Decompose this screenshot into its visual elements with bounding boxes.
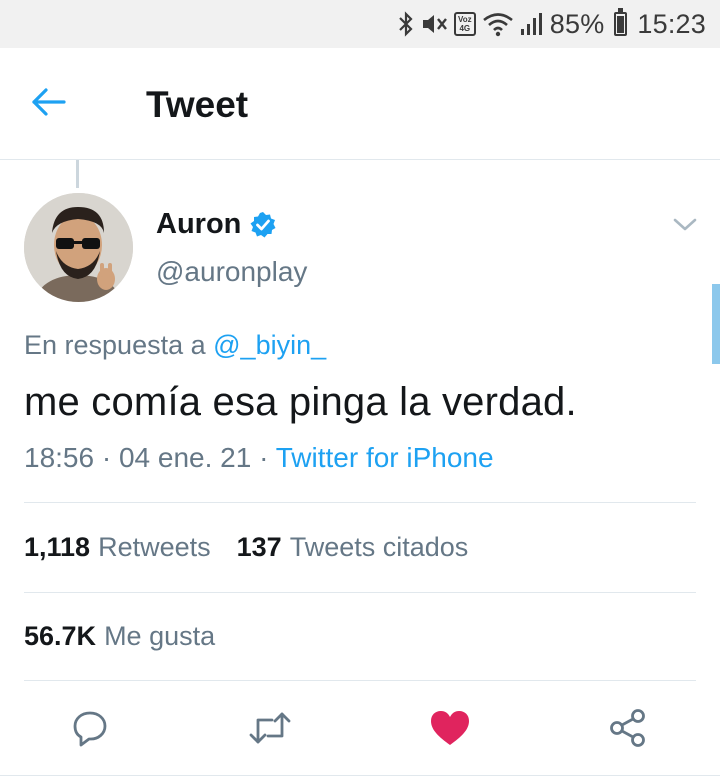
tweet-date: 04 ene. 21: [118, 442, 252, 473]
avatar[interactable]: [24, 193, 133, 302]
like-button[interactable]: [428, 708, 472, 752]
share-button[interactable]: [606, 708, 650, 752]
retweets-stat[interactable]: 1,118 Retweets: [24, 532, 211, 563]
more-options-button[interactable]: [670, 212, 700, 236]
thread-connector-line: [76, 160, 79, 188]
like-heart-icon: [429, 708, 471, 753]
retweet-button[interactable]: [248, 708, 292, 752]
mute-vibrate-icon: [420, 11, 448, 37]
tweet-time: 18:56: [24, 442, 95, 473]
reply-mention-link[interactable]: @_biyin_: [213, 330, 326, 360]
author-name-row[interactable]: Auron: [156, 208, 277, 241]
share-icon: [607, 707, 649, 754]
quotes-label: Tweets citados: [289, 532, 469, 562]
likes-count: 56.7K: [24, 621, 97, 651]
chevron-down-icon: [670, 218, 700, 240]
wifi-icon: [482, 11, 514, 37]
retweet-icon: [248, 708, 292, 753]
reply-icon: [70, 708, 110, 753]
network-type-label: 4G: [459, 24, 471, 33]
divider: [24, 680, 696, 681]
app-header: Tweet: [0, 48, 720, 160]
status-bar: Voz 4G 85% 15:23: [0, 0, 720, 48]
back-button[interactable]: [30, 84, 82, 124]
avatar-illustration: [24, 193, 133, 302]
battery-fill: [617, 16, 625, 33]
retweets-count: 1,118: [24, 532, 91, 562]
tweet-meta: 18:56 · 04 ene. 21 · Twitter for iPhone: [24, 442, 494, 474]
bluetooth-icon: [398, 11, 414, 37]
reply-button[interactable]: [68, 708, 112, 752]
volte-icon: Voz 4G: [453, 12, 476, 36]
divider: [0, 775, 720, 776]
tweet-client-link[interactable]: Twitter for iPhone: [276, 442, 494, 473]
battery-percent: 85%: [549, 8, 605, 39]
retweet-stats-row: 1,118 Retweets 137 Tweets citados: [24, 532, 486, 563]
status-icons: Voz 4G 85% 15:23: [398, 0, 706, 48]
volte-label: Voz: [457, 15, 472, 24]
verified-badge-icon: [249, 211, 277, 239]
tweet-text: me comía esa pinga la verdad.: [24, 380, 577, 424]
reply-prefix: En respuesta a: [24, 330, 206, 360]
divider: [24, 592, 696, 593]
author-name: Auron: [156, 208, 242, 240]
likes-stats-row: 56.7K Me gusta: [24, 621, 233, 652]
retweets-label: Retweets: [98, 532, 211, 562]
author-handle[interactable]: @auronplay: [156, 256, 307, 288]
clock: 15:23: [637, 8, 706, 39]
likes-label: Me gusta: [104, 621, 216, 651]
battery-icon: [614, 8, 628, 36]
page-title: Tweet: [146, 84, 249, 125]
scrollbar-thumb[interactable]: [712, 284, 720, 364]
quote-tweets-stat[interactable]: 137 Tweets citados: [237, 532, 469, 563]
meta-separator: ·: [259, 442, 269, 473]
divider: [24, 502, 696, 503]
likes-stat[interactable]: 56.7K Me gusta: [24, 621, 215, 652]
signal-icon: [520, 11, 544, 37]
meta-separator: ·: [101, 442, 112, 473]
arrow-left-icon: [30, 86, 70, 123]
tweet-actions-bar: [0, 690, 720, 770]
quotes-count: 137: [236, 532, 282, 562]
reply-context: En respuesta a @_biyin_: [24, 330, 326, 361]
